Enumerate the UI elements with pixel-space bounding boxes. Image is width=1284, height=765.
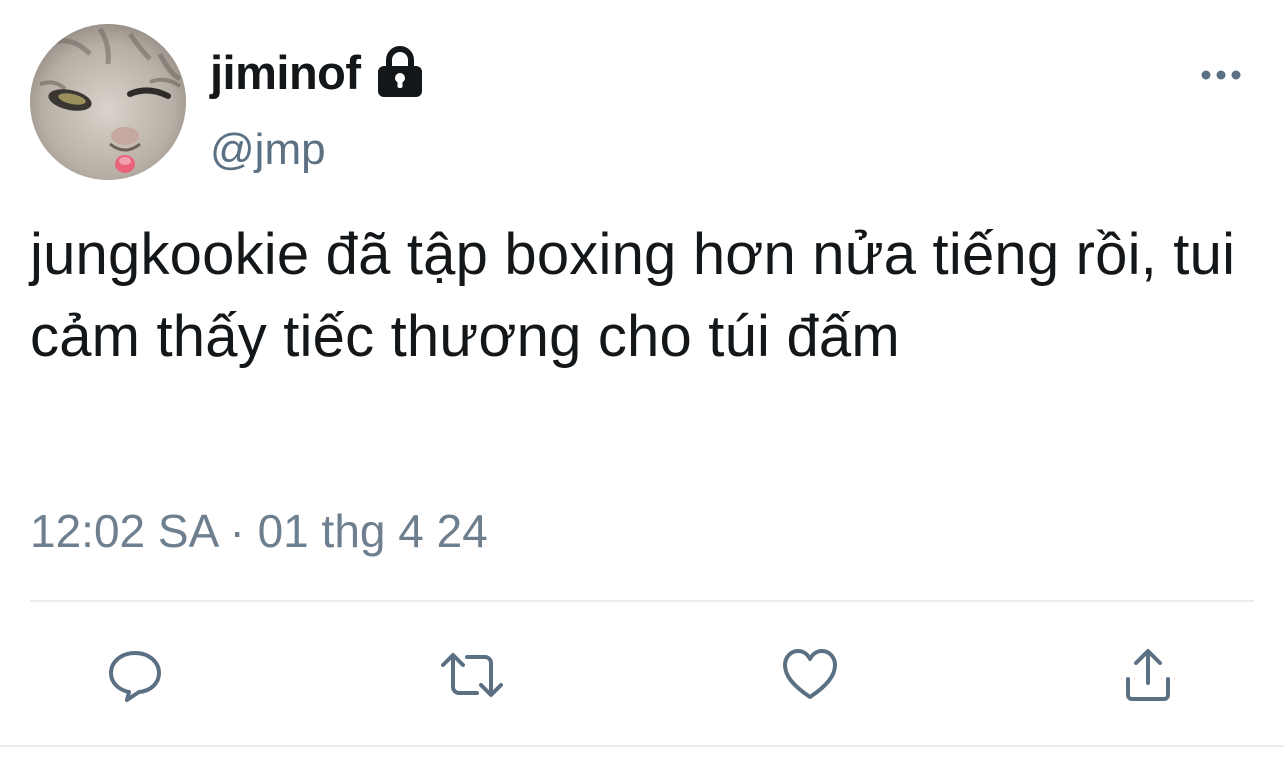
like-button[interactable]: [775, 640, 845, 710]
cat-avatar-image: [30, 24, 186, 180]
tweet-text: jungkookie đã tập boxing hơn nửa tiếng r…: [30, 222, 1236, 369]
reply-button[interactable]: [100, 640, 170, 710]
share-icon: [1126, 649, 1170, 701]
user-handle[interactable]: @jmp: [210, 125, 326, 174]
lock-icon: [375, 45, 425, 99]
more-options-button[interactable]: [1198, 58, 1244, 92]
action-bar: [0, 640, 1284, 710]
more-horizontal-icon: [1201, 70, 1241, 80]
divider: [30, 600, 1254, 602]
tweet-card: jiminof @jmp jungkookie đã tập boxing hơ…: [0, 0, 1284, 765]
retweet-icon: [441, 653, 503, 697]
tweet-timestamp[interactable]: 12:02 SA · 01 thg 4 24: [30, 504, 488, 559]
retweet-button[interactable]: [437, 640, 507, 710]
avatar[interactable]: [30, 24, 186, 180]
bottom-divider: [0, 745, 1284, 747]
share-button[interactable]: [1113, 640, 1183, 710]
reply-icon: [109, 651, 161, 702]
heart-icon: [783, 649, 837, 699]
display-name[interactable]: jiminof: [210, 49, 361, 96]
display-name-row: jiminof: [210, 40, 425, 104]
